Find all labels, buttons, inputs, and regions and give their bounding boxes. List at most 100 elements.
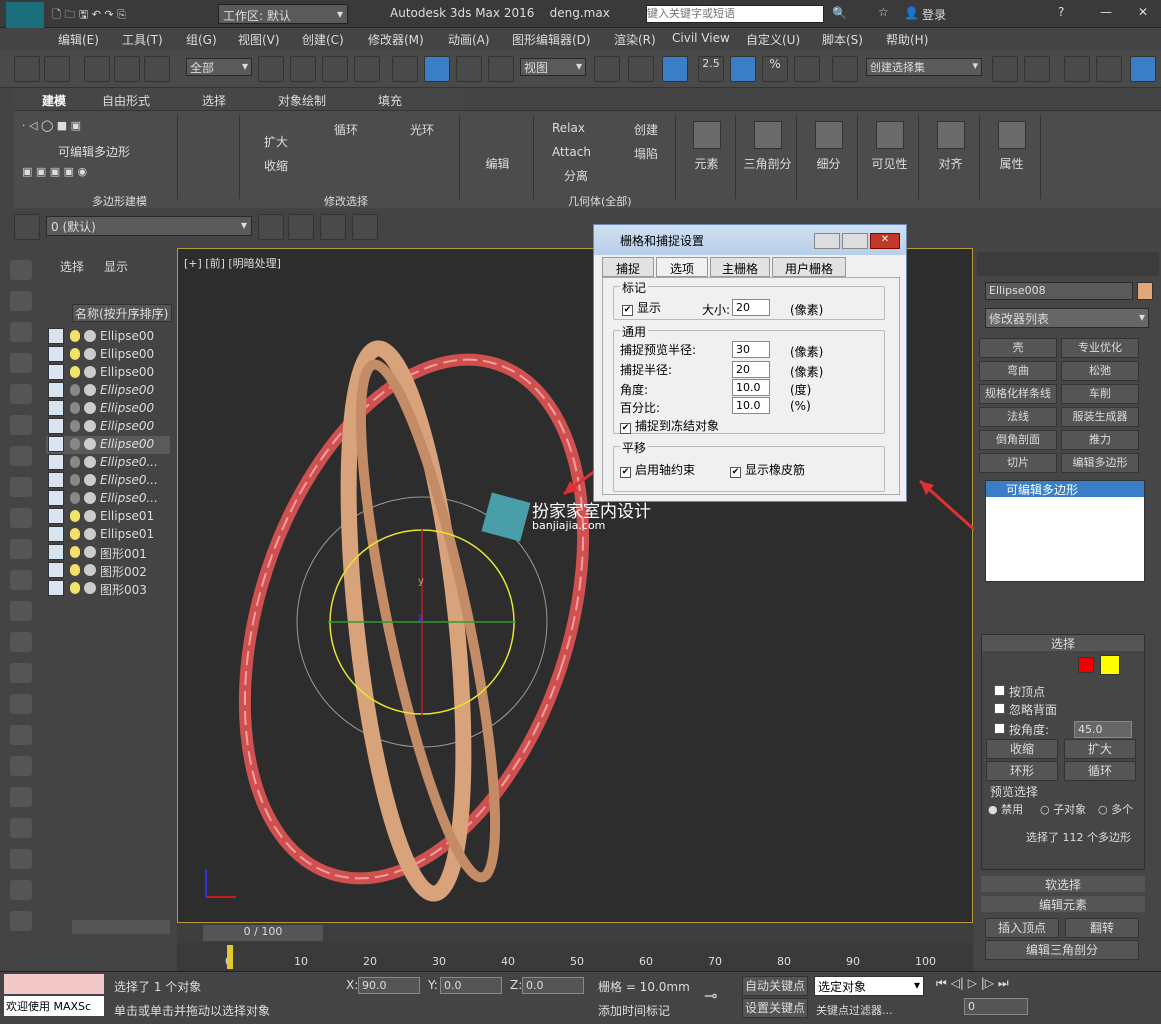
playback-controls[interactable]: ⏮ ◁| ▷ |▷ ⏭ [936,976,1032,996]
minimize-button[interactable]: — [1100,5,1112,19]
dialog-tab-2[interactable]: 主栅格 [710,257,770,277]
modifier-button-4[interactable]: 规格化样条线 [979,384,1057,404]
layer-dropdown[interactable]: 0 (默认) ▾ [46,216,252,236]
ribbon-big-button-5[interactable]: 属性 [983,115,1041,199]
scene-item[interactable]: Ellipse00 [46,382,170,400]
by-vertex-checkbox[interactable]: 按顶点 [994,683,1045,700]
light-bulb-icon[interactable] [70,402,80,414]
scene-item[interactable]: Ellipse00 [46,346,170,364]
scene-tool-icon-1[interactable] [10,291,32,311]
scene-tool-icon-9[interactable] [10,539,32,559]
scene-tool-icon-5[interactable] [10,415,32,435]
dialog-close-button[interactable]: ✕ [870,233,900,249]
expand-button[interactable]: 扩大 [264,133,288,150]
modifier-button-0[interactable]: 壳 [979,338,1057,358]
ribbon-tab-4[interactable]: 填充 [378,92,402,109]
poly-model-label[interactable]: 多边形建模 [92,193,147,209]
vertex-mode-icons[interactable]: · ◁ ◯ ■ ▣ [22,119,81,132]
dialog-tab-1[interactable]: 选项 [656,257,708,277]
scene-tool-icon-10[interactable] [10,570,32,590]
stack-item-editpoly[interactable]: 可编辑多边形 [986,481,1144,497]
modifier-button-3[interactable]: 松弛 [1061,361,1139,381]
link-icon[interactable] [84,56,110,82]
login-link[interactable]: 登录 [922,6,946,23]
scene-item-toggle[interactable] [48,382,64,398]
scene-item-toggle[interactable] [48,472,64,488]
user-icon[interactable]: 👤 [904,6,919,20]
angle-field[interactable]: 10.0 [732,379,770,396]
command-panel-tabs[interactable] [977,252,1159,276]
time-slider[interactable]: 0 / 100 [177,923,973,943]
menu-item-4[interactable]: 创建(C) [302,31,344,48]
shrink-button[interactable]: 收缩 [986,739,1058,759]
scene-item-toggle[interactable] [48,508,64,524]
select-object-icon[interactable] [258,56,284,82]
modifier-list-dropdown[interactable]: 修改器列表 ▾ [985,308,1149,328]
light-bulb-icon[interactable] [70,366,80,378]
scene-item[interactable]: Ellipse01 [46,508,170,526]
light-bulb-icon[interactable] [70,330,80,342]
menu-item-10[interactable]: 自定义(U) [746,31,800,48]
scene-tab-select[interactable]: 选择 [60,258,84,275]
scene-tool-icon-14[interactable] [10,694,32,714]
render-icon[interactable] [84,384,96,396]
coord-x-field[interactable]: 90.0 [358,977,420,994]
ribbon-big-button-1[interactable]: 三角剖分 [739,115,797,199]
scene-item[interactable]: Ellipse00 [46,400,170,418]
modifier-button-9[interactable]: 推力 [1061,430,1139,450]
scene-item[interactable]: 图形003 [46,580,170,598]
menu-item-12[interactable]: 帮助(H) [886,31,928,48]
scene-tool-icon-6[interactable] [10,446,32,466]
dialog-tab-3[interactable]: 用户栅格 [772,257,846,277]
scene-tool-icon-18[interactable] [10,818,32,838]
scene-tool-icon-17[interactable] [10,787,32,807]
spinner-snap-icon[interactable] [794,56,820,82]
scene-item[interactable]: Ellipse01 [46,526,170,544]
ribbon-tab-1[interactable]: 自由形式 [102,92,150,109]
scene-tool-icon-16[interactable] [10,756,32,776]
attach-button[interactable]: Attach [552,145,591,159]
snap-frozen-checkbox[interactable]: ✔ 捕捉到冻结对象 [620,417,719,434]
loop-button[interactable]: 循环 [1064,761,1136,781]
menu-item-9[interactable]: Civil View [672,31,730,45]
scene-item-toggle[interactable] [48,364,64,380]
light-bulb-icon[interactable] [70,438,80,450]
track-bar[interactable]: 0102030405060708090100 [177,943,973,971]
dialog-tab-0[interactable]: 捕捉 [602,257,654,277]
current-frame-field[interactable]: 0 [964,998,1028,1015]
redo-icon[interactable] [44,56,70,82]
scene-tool-icon-13[interactable] [10,663,32,683]
close-button[interactable]: ✕ [1138,5,1148,19]
add-to-layer-icon[interactable] [288,214,314,240]
menu-item-1[interactable]: 工具(T) [122,31,163,48]
ribbon-big-button-2[interactable]: 细分 [800,115,858,199]
rubber-band-checkbox[interactable]: ✔ 显示橡皮筋 [730,461,805,478]
selection-rollout-title[interactable]: 选择 [982,635,1144,651]
modifier-stack[interactable]: 可编辑多边形 [985,480,1145,582]
ribbon-big-button-3[interactable]: 可见性 [861,115,919,199]
workspace-dropdown[interactable]: 工作区: 默认 ▾ [218,4,348,24]
new-layer-icon[interactable] [258,214,284,240]
render-icon[interactable] [84,546,96,558]
select-manipulate-icon[interactable] [628,56,654,82]
render-icon[interactable] [84,420,96,432]
light-bulb-icon[interactable] [70,564,80,576]
scale-icon[interactable] [456,56,482,82]
pivot-icon[interactable] [594,56,620,82]
modifier-button-6[interactable]: 法线 [979,407,1057,427]
light-bulb-icon[interactable] [70,474,80,486]
coord-z-field[interactable]: 0.0 [522,977,584,994]
light-bulb-icon[interactable] [70,420,80,432]
scene-tool-icon-20[interactable] [10,880,32,900]
scene-item-toggle[interactable] [48,418,64,434]
size-field[interactable]: 20 [732,299,770,316]
maxscript-input[interactable]: 欢迎使用 MAXSc [4,996,104,1016]
set-current-layer-icon[interactable] [352,214,378,240]
scene-item[interactable]: Ellipse00 [46,328,170,346]
rotate-icon[interactable] [424,56,450,82]
menu-item-2[interactable]: 组(G) [186,31,217,48]
scene-item-toggle[interactable] [48,526,64,542]
scene-item[interactable]: Ellipse00 [46,436,170,454]
set-key-button[interactable]: 设置关键点 [742,998,808,1018]
layer-manager-icon[interactable] [1064,56,1090,82]
